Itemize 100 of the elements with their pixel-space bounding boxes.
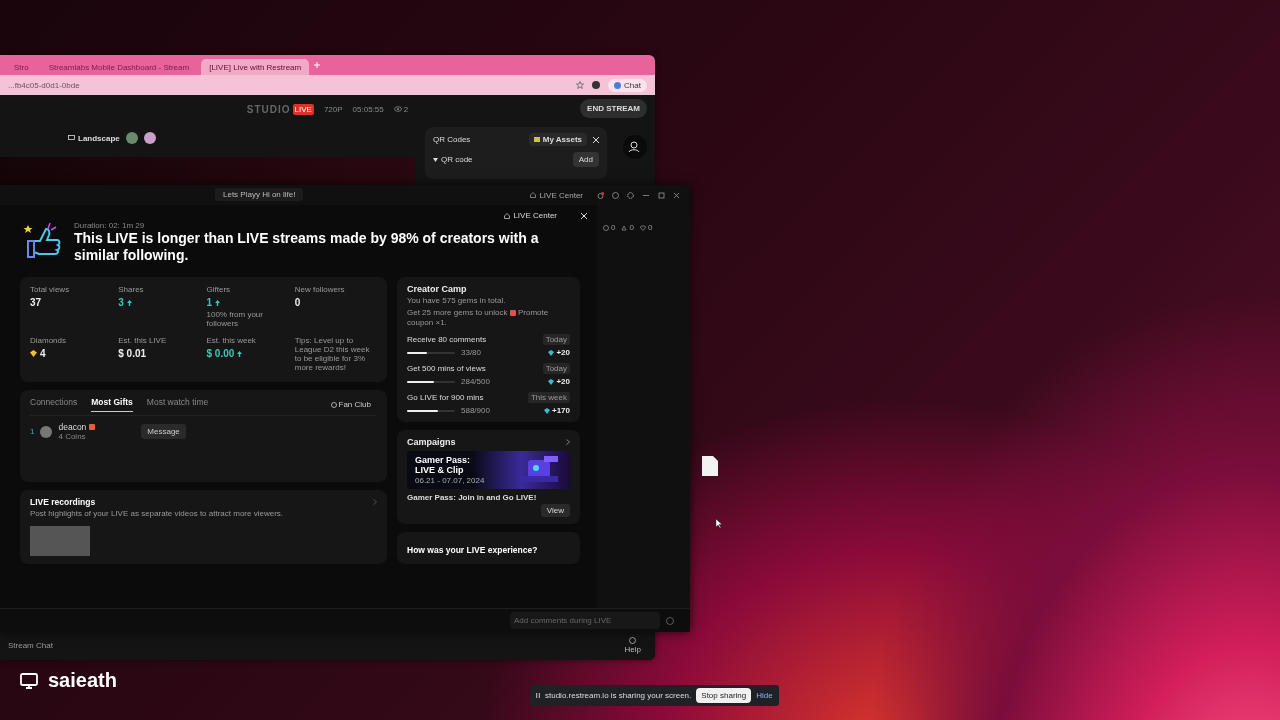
stat-value: 3: [118, 297, 124, 308]
monitor-icon: [20, 672, 38, 689]
stream-timer: 05:05:55: [352, 104, 384, 114]
user-name: deacon: [58, 422, 87, 432]
stat-value: 4: [40, 348, 46, 359]
help-button[interactable]: Help: [618, 635, 647, 655]
message-button[interactable]: Message: [141, 424, 186, 439]
studio-logo: STUDIO: [246, 103, 291, 115]
reward-text: +20: [556, 348, 570, 357]
section-description: Post highlights of your LIVE as separate videos to attract more viewers.: [30, 509, 284, 518]
chat-button[interactable]: Chat: [608, 78, 647, 92]
card-title: Creator Camp: [407, 284, 468, 294]
cursor-icon: [716, 519, 722, 528]
add-user-icon[interactable]: [623, 135, 647, 159]
heart-icon: [639, 224, 646, 231]
home-icon: [530, 192, 537, 198]
quality-label: 720P: [323, 104, 343, 114]
stat-label: Gifters: [206, 285, 232, 294]
video-thumbnail: [30, 526, 90, 556]
gem-icon: [548, 378, 555, 385]
stat-label: Est. this week: [206, 336, 257, 345]
stat-label: Diamonds: [30, 336, 67, 345]
avatar-icon: [143, 132, 156, 144]
count-text: 0: [611, 223, 616, 232]
avatar-icon[interactable]: [592, 81, 601, 89]
add-button[interactable]: Add: [572, 152, 599, 167]
gems-text: You have 575 gems in total.: [407, 296, 507, 306]
stat-label: Total views: [30, 285, 71, 294]
progress-text: 588/900: [461, 406, 490, 415]
leaderboard-tab[interactable]: Most watch time: [146, 397, 209, 412]
stat-value: 0: [294, 297, 301, 308]
new-tab-icon[interactable]: [313, 61, 322, 69]
stat-label: Est. this LIVE: [118, 336, 168, 345]
count-text: 0: [647, 223, 653, 232]
view-button[interactable]: View: [540, 504, 570, 517]
progress-text: 284/500: [461, 377, 490, 386]
task-title: Go LIVE for 900 mins: [407, 393, 484, 402]
share-message: studio.restream.io is sharing your screen.: [545, 691, 692, 700]
section-title: LIVE recordings: [30, 497, 97, 507]
headline: This LIVE is longer than LIVE streams made by 98% of creators with a similar following.: [74, 230, 540, 264]
feedback-question: How was your LIVE experience?: [407, 545, 538, 555]
stat-value: $ 0.00: [206, 348, 235, 359]
task-title: Receive 80 comments: [407, 335, 487, 344]
gem-icon: [548, 349, 555, 356]
avatar-icon: [40, 425, 53, 438]
folder-icon: [533, 137, 540, 142]
stop-sharing-button[interactable]: Stop sharing: [696, 688, 752, 703]
file-icon[interactable]: [702, 456, 718, 476]
period-tag: Today: [542, 334, 570, 345]
live-center-button[interactable]: LIVE Center: [498, 210, 563, 221]
maximize-icon[interactable]: [658, 191, 665, 199]
progress-text: 33/80: [461, 348, 482, 357]
rank-number: 1: [30, 427, 35, 436]
eye-icon: [393, 106, 402, 112]
chat-tab[interactable]: Stream Chat: [8, 640, 53, 650]
hide-link[interactable]: Hide: [756, 691, 773, 700]
stat-label: Shares: [118, 285, 145, 294]
chevron-right-icon[interactable]: [566, 439, 570, 445]
viewer-count: 2: [403, 104, 409, 114]
fan-club-button[interactable]: Fan Club: [324, 399, 377, 410]
gem-icon: [543, 407, 550, 414]
stat-value: 37: [30, 297, 42, 308]
trend-up-icon: [126, 299, 132, 306]
comment-field[interactable]: Add comments during LIVE: [510, 612, 660, 629]
address-bar[interactable]: ...fb4c05-d0d1-0bde: [8, 80, 569, 90]
leaderboard-tab[interactable]: Most Gifts: [91, 397, 133, 412]
bell-icon[interactable]: [597, 191, 604, 199]
live-center-button[interactable]: LIVE Center: [524, 189, 589, 201]
pause-icon: [536, 693, 540, 698]
banner-dates: 06.21 - 07.07, 2024: [415, 476, 485, 485]
stat-value: $ 0.01: [118, 348, 147, 359]
star-icon[interactable]: [576, 81, 585, 89]
campaign-caption: Gamer Pass: Join in and Go LIVE!: [407, 493, 538, 502]
home-icon: [504, 212, 511, 219]
period-tag: This week: [528, 392, 570, 403]
task-title: Get 500 mins of views: [407, 364, 486, 373]
unlock-text: Get 25 more gems to unlock Promote coupon ×1.: [407, 308, 550, 328]
gem-icon: [30, 350, 37, 357]
caret-down-icon[interactable]: [433, 157, 438, 162]
panel-title: QR Codes: [433, 135, 472, 144]
trend-up-icon: [237, 350, 243, 357]
monitor-icon: [68, 135, 75, 141]
account-dropdown[interactable]: My Assets: [528, 133, 587, 146]
trend-up-icon: [215, 299, 221, 306]
reward-text: +170: [551, 406, 570, 415]
gift-detail: 4 Coins: [58, 432, 87, 441]
end-stream-button[interactable]: END STREAM: [580, 99, 647, 118]
section-toggle[interactable]: QR code: [441, 155, 473, 164]
window-title: Lets Playy Hi on life!: [215, 188, 304, 201]
stat-value: 1: [206, 297, 213, 308]
browser-tab[interactable]: [LIVE] Live with Restream: [201, 59, 310, 75]
stat-note: 100% from your followers: [206, 310, 264, 328]
count-text: 0: [629, 223, 634, 232]
leaderboard-tab[interactable]: Connections: [30, 397, 78, 412]
duration-label: Duration: 02: 1m 29: [74, 221, 146, 230]
stat-label: New followers: [294, 285, 346, 294]
period-tag: Today: [542, 363, 570, 374]
chat-logo-icon: [614, 81, 622, 89]
layout-button[interactable]: Landscape: [68, 133, 120, 143]
card-title: Campaigns: [407, 437, 457, 447]
